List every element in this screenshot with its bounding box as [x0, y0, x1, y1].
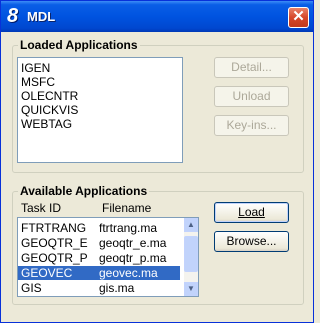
loaded-application-item[interactable]: MSFC: [18, 75, 182, 89]
browse-button-label: Browse...: [226, 234, 277, 248]
filename-cell: geovec.ma: [99, 266, 158, 280]
loaded-applications-list[interactable]: IGEN MSFC OLECNTR QUICKVIS WEBTAG: [17, 57, 183, 163]
window-title: MDL: [27, 9, 56, 24]
available-list-scrollbar[interactable]: ▲ ▼: [184, 218, 198, 296]
task-id-cell: GEOQTR_E: [21, 236, 88, 250]
available-application-row[interactable]: GIS gis.ma: [18, 281, 180, 295]
filename-cell: ftrtrang.ma: [99, 221, 158, 235]
app-icon: 8: [7, 5, 19, 27]
close-icon: ✕: [292, 8, 305, 25]
loaded-application-item[interactable]: IGEN: [18, 61, 182, 75]
loaded-application-item[interactable]: WEBTAG: [18, 117, 182, 131]
loaded-applications-label: Loaded Applications: [18, 38, 140, 52]
mdl-dialog: 8 MDL ✕ Loaded Applications IGEN MSFC OLEC…: [0, 0, 314, 323]
task-id-cell: GEOVEC: [21, 266, 73, 280]
browse-button[interactable]: Browse...: [214, 231, 289, 252]
detail-button-label: Detail...: [231, 60, 272, 74]
load-button-label: Load: [238, 205, 265, 219]
scroll-up-button[interactable]: ▲: [184, 218, 198, 232]
keyins-button[interactable]: Key-ins...: [214, 115, 289, 136]
detail-button[interactable]: Detail...: [214, 57, 289, 78]
task-id-cell: GEOQTR_P: [21, 251, 88, 265]
task-id-cell: GIS: [21, 281, 42, 295]
scroll-down-button[interactable]: ▼: [184, 282, 198, 296]
task-id-column-header: Task ID: [21, 201, 62, 215]
keyins-button-label: Key-ins...: [226, 118, 277, 132]
scroll-down-icon: ▼: [187, 284, 195, 293]
filename-cell: geoqtr_p.ma: [99, 251, 167, 265]
filename-column-header: Filename: [102, 201, 152, 215]
filename-cell: gis.ma: [99, 281, 135, 295]
close-button[interactable]: ✕: [288, 7, 309, 28]
available-application-row[interactable]: GEOVEC geovec.ma: [18, 266, 180, 280]
unload-button[interactable]: Unload: [214, 86, 289, 107]
available-applications-label: Available Applications: [18, 184, 150, 198]
available-applications-list[interactable]: FTRTRANG ftrtrang.ma GEOQTR_E geoqtr_e.ma GE…: [17, 217, 199, 297]
task-id-cell: FTRTRANG: [21, 221, 87, 235]
title-bar[interactable]: 8 MDL ✕: [1, 1, 313, 32]
unload-button-label: Unload: [232, 89, 271, 103]
available-application-row[interactable]: FTRTRANG ftrtrang.ma: [18, 221, 180, 235]
load-button[interactable]: Load: [214, 202, 289, 223]
available-application-row[interactable]: GEOQTR_P geoqtr_p.ma: [18, 251, 180, 265]
scroll-thumb[interactable]: [184, 236, 198, 272]
scroll-up-icon: ▲: [187, 220, 195, 229]
loaded-application-item[interactable]: QUICKVIS: [18, 103, 182, 117]
available-application-row[interactable]: GEOQTR_E geoqtr_e.ma: [18, 236, 180, 250]
loaded-application-item[interactable]: OLECNTR: [18, 89, 182, 103]
filename-cell: geoqtr_e.ma: [99, 236, 167, 250]
